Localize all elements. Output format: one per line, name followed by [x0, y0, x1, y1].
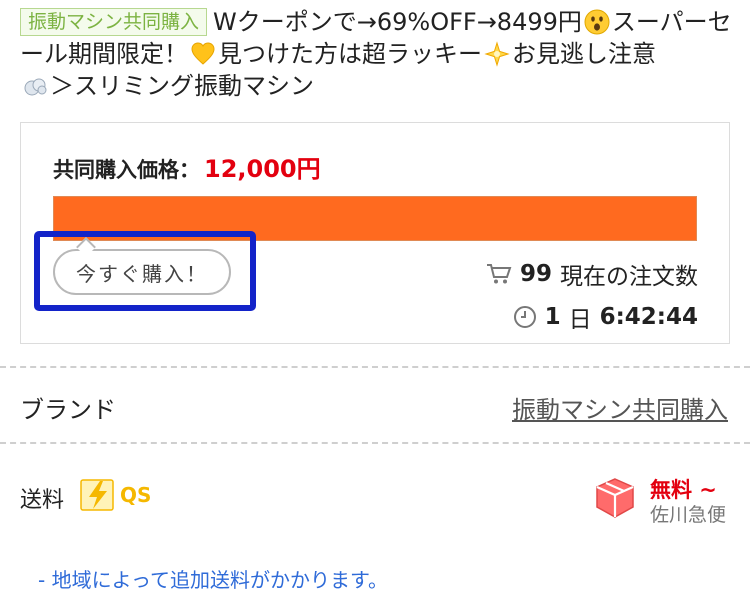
- buy-now-button[interactable]: 今すぐ購入！: [53, 249, 231, 295]
- title-text-5: ＞スリミング振動マシン: [50, 72, 314, 100]
- clock-icon: [513, 306, 536, 328]
- price-label: 共同購入価格：: [53, 158, 200, 182]
- group-buy-card: 共同購入価格： 12,000円 今すぐ購入！ 99 現在の注文数 1 日 6:42…: [20, 122, 730, 344]
- title-text-4: お見逃し注意: [512, 40, 656, 68]
- title-text-1: Wクーポンで→69%OFF→8499円: [213, 8, 582, 36]
- yellow-heart-emoji-icon: [191, 42, 215, 65]
- surprised-face-emoji-icon: [584, 9, 610, 35]
- lightning-icon: [80, 479, 114, 511]
- countdown-time: 6:42:44: [599, 304, 698, 330]
- brand-link[interactable]: 振動マシン共同購入: [512, 390, 728, 425]
- qs-badge-text: QS: [120, 483, 152, 507]
- divider: [0, 366, 750, 368]
- shipping-carrier: 佐川急便: [650, 504, 727, 526]
- title-text-3: 見つけた方は超ラッキー: [218, 40, 482, 68]
- dash-emoji-icon: [24, 78, 47, 96]
- countdown-timer: 1 日 6:42:44: [513, 300, 698, 334]
- countdown-days: 1: [544, 304, 561, 330]
- countdown-day-unit: 日: [568, 307, 592, 333]
- category-tag[interactable]: 振動マシン共同購入: [20, 8, 208, 36]
- order-count-label: 現在の注文数: [560, 264, 698, 290]
- package-icon: [596, 478, 634, 518]
- glowing-star-emoji-icon: [484, 41, 510, 67]
- order-count-value: 99: [519, 261, 552, 287]
- shipping-notice-link[interactable]: - 地域によって追加送料がかかります。: [38, 564, 388, 593]
- product-title: 振動マシン共同購入 Wクーポンで→69%OFF→8499円 スーパーセール期間限定！…: [20, 6, 732, 102]
- shipping-label: 送料: [20, 488, 65, 513]
- cart-icon: [486, 264, 512, 284]
- order-count: 99 現在の注文数: [486, 257, 698, 291]
- divider: [0, 442, 750, 444]
- group-buy-price-row: 共同購入価格： 12,000円: [53, 149, 321, 184]
- brand-label: ブランド: [20, 396, 116, 424]
- price-value: 12,000円: [204, 155, 321, 183]
- qs-badge: QS: [80, 478, 151, 512]
